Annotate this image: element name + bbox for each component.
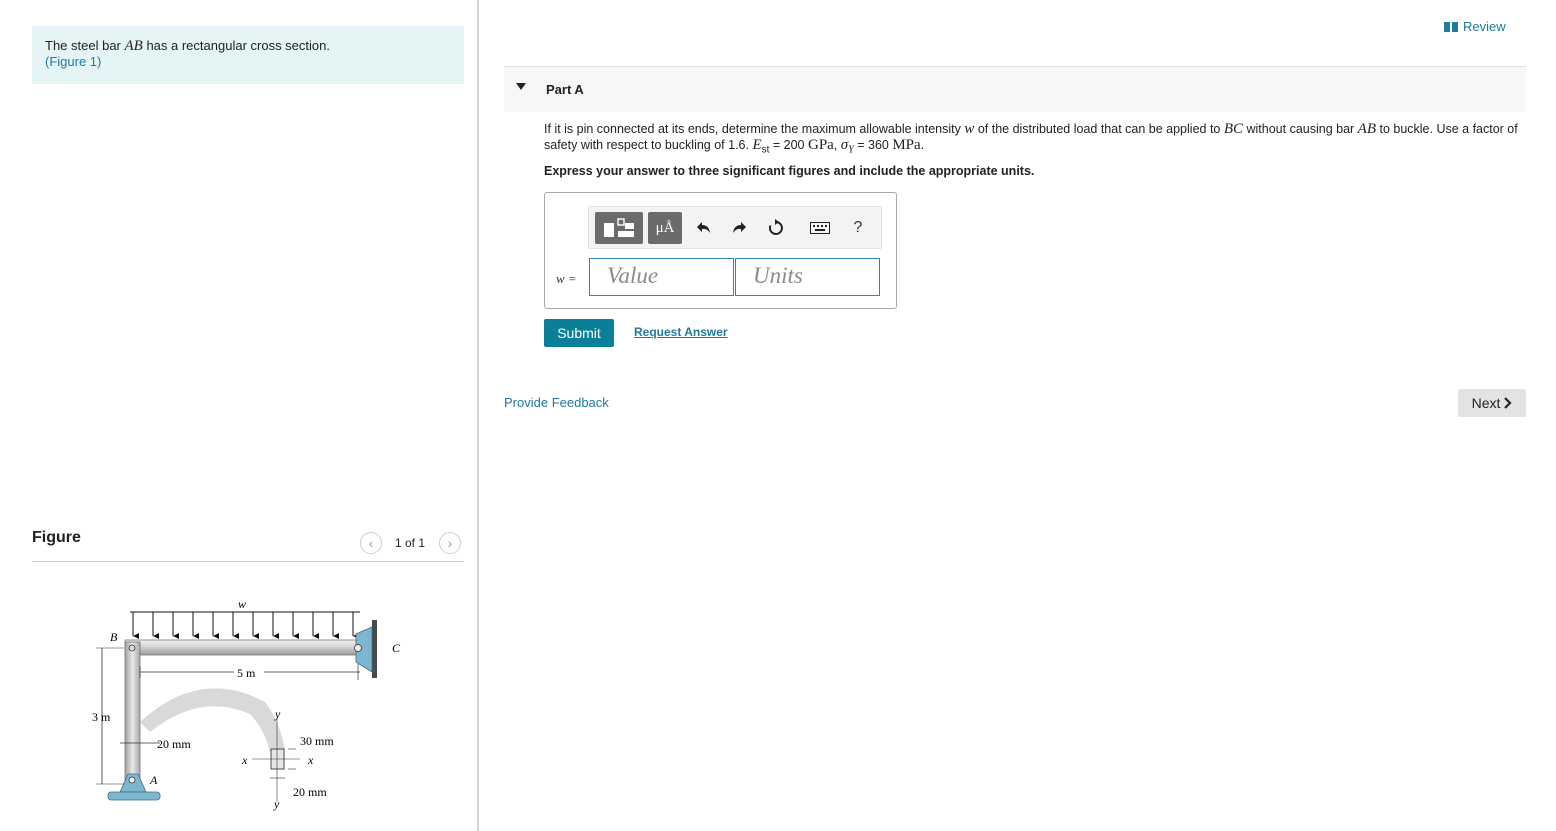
question-text-part: ,	[833, 138, 841, 152]
question-text-part: .	[920, 138, 925, 152]
collapse-caret-icon[interactable]	[516, 83, 526, 90]
reset-icon	[768, 219, 783, 235]
bar-bc: BC	[1223, 121, 1244, 137]
label-span: 5 m	[237, 666, 256, 680]
chevron-right-icon	[1504, 397, 1512, 409]
label-section-width: 20 mm	[293, 785, 327, 799]
question-text-part: If it is pin connected at its ends, dete…	[544, 122, 965, 136]
label-load: w	[238, 597, 246, 611]
bar-ab: AB	[1357, 121, 1376, 137]
label-point-b: B	[110, 630, 118, 644]
prev-figure-button[interactable]: ‹	[360, 532, 382, 554]
units-placeholder: Units	[753, 263, 803, 288]
unit-gpa: GPa	[807, 137, 834, 153]
question-text: If it is pin connected at its ends, dete…	[544, 121, 1524, 159]
label-section-depth: 30 mm	[300, 734, 334, 748]
redo-icon	[733, 222, 746, 233]
label-axis-x-left: x	[241, 753, 248, 767]
figure-diagram: w B C A 5 m 3 m 20 mm 30 mm 20 mm x x y …	[92, 597, 401, 811]
submit-button[interactable]: Submit	[544, 319, 614, 347]
figure-heading: Figure	[32, 529, 81, 546]
question-text-part: = 200	[769, 138, 808, 152]
help-icon: ?	[853, 219, 863, 236]
answer-variable-label: w =	[556, 271, 577, 287]
distributed-load	[130, 611, 360, 639]
question-text-part: without causing bar	[1243, 122, 1358, 136]
bar-name: AB	[124, 38, 143, 54]
label-axis-y-top: y	[274, 707, 281, 721]
templates-icon	[604, 218, 634, 237]
answer-box: μÅ ? w = Value Units	[544, 192, 897, 309]
provide-feedback-link[interactable]: Provide Feedback	[504, 395, 609, 410]
problem-intro: The steel bar AB has a rectangular cross…	[32, 26, 464, 84]
units-icon: μÅ	[655, 219, 675, 236]
units-input[interactable]: Units	[735, 258, 880, 296]
keyboard-icon	[810, 222, 830, 234]
label-height: 3 m	[92, 710, 111, 724]
intro-text-part: has a rectangular cross section.	[142, 38, 330, 53]
modulus-symbol: E	[752, 137, 762, 153]
templates-button[interactable]	[595, 212, 643, 244]
review-link[interactable]: Review	[1444, 19, 1506, 34]
part-header[interactable]: Part A	[504, 66, 1526, 112]
next-button[interactable]: Next	[1458, 389, 1526, 417]
value-input[interactable]: Value	[589, 258, 734, 296]
column-divider[interactable]	[477, 0, 479, 831]
keyboard-button[interactable]	[807, 216, 833, 240]
intro-text: The steel bar AB has a rectangular cross…	[45, 38, 451, 54]
label-point-a: A	[149, 773, 158, 787]
question-text-part: = 360	[853, 138, 893, 152]
label-axis-x-right: x	[307, 753, 314, 767]
math-toolbar: μÅ ?	[588, 206, 882, 249]
question-text-part: of the distributed load that can be appl…	[974, 122, 1224, 136]
answer-instructions: Express your answer to three significant…	[544, 164, 1035, 178]
redo-button[interactable]	[727, 216, 751, 240]
figure-link[interactable]: (Figure 1)	[45, 54, 101, 69]
value-placeholder: Value	[607, 263, 659, 288]
help-button[interactable]: ?	[846, 216, 870, 240]
figure-counter: 1 of 1	[395, 536, 426, 550]
next-label: Next	[1471, 395, 1501, 411]
units-button[interactable]: μÅ	[648, 212, 682, 244]
variable-text: w =	[556, 271, 577, 286]
label-point-c: C	[392, 641, 401, 655]
label-axis-y-bottom: y	[273, 797, 280, 811]
book-icon	[1444, 21, 1458, 32]
reset-button[interactable]	[764, 216, 788, 240]
request-answer-link[interactable]: Request Answer	[634, 325, 728, 339]
next-figure-button[interactable]: ›	[439, 532, 461, 554]
undo-icon	[697, 222, 710, 233]
review-label: Review	[1463, 19, 1506, 34]
chevron-left-icon: ‹	[368, 535, 374, 551]
chevron-right-icon: ›	[447, 535, 453, 551]
var-w: w	[964, 121, 975, 137]
part-title: Part A	[546, 82, 584, 97]
figure-divider	[32, 561, 464, 562]
intro-text-part: The steel bar	[45, 38, 125, 53]
undo-button[interactable]	[692, 216, 716, 240]
unit-mpa: MPa	[892, 137, 921, 153]
label-bar-width: 20 mm	[157, 737, 191, 751]
